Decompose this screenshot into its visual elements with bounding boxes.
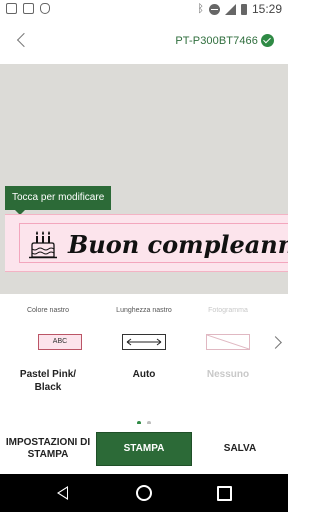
- tape-length-title: Lunghezza nastro: [116, 307, 172, 314]
- tape-color-value: Pastel Pink/ Black: [19, 369, 77, 393]
- double-arrow-icon: [126, 338, 162, 346]
- label-frame: Buon compleanno: [19, 223, 288, 263]
- tape-length-preview: [122, 334, 166, 350]
- tape-color-title: Colore nastro: [26, 307, 70, 314]
- label-canvas: Tocca per modificare Buon compleanno: [0, 64, 288, 294]
- label-settings: Colore nastro ABC Pastel Pink/ Black Lun…: [0, 294, 288, 425]
- battery-icon: [240, 3, 247, 15]
- device-name[interactable]: PT-P300BT7466: [175, 35, 258, 47]
- system-nav-bar: [0, 474, 288, 512]
- edit-tooltip: Tocca per modificare: [5, 186, 112, 215]
- status-bar: ᛒ 15:29: [0, 0, 288, 20]
- no-frame-icon: [206, 334, 250, 350]
- signal-icon: [224, 3, 236, 15]
- frame-value: Nessuno: [206, 369, 250, 380]
- back-button[interactable]: [12, 30, 34, 52]
- nav-recents-icon[interactable]: [217, 486, 232, 501]
- connected-check-icon: [261, 34, 274, 47]
- nav-home-icon[interactable]: [136, 485, 152, 501]
- tape-length-value: Auto: [132, 369, 156, 380]
- label-preview[interactable]: Buon compleanno: [5, 214, 288, 272]
- print-settings-button[interactable]: IMPOSTAZIONI DI STAMPA: [0, 432, 96, 466]
- status-time: 15:29: [251, 2, 282, 16]
- action-bar: IMPOSTAZIONI DI STAMPA STAMPA SALVA: [0, 424, 288, 474]
- label-text: Buon compleanno: [68, 230, 288, 259]
- shield-icon: [40, 3, 50, 14]
- frame-preview: [206, 334, 250, 350]
- image-icon: [6, 3, 17, 14]
- chevron-left-icon: [16, 32, 32, 48]
- frame-title: Fotogramma: [208, 307, 248, 314]
- nav-back-icon[interactable]: [57, 486, 68, 500]
- print-button[interactable]: STAMPA: [96, 432, 192, 466]
- photo-icon: [23, 3, 34, 14]
- do-not-disturb-icon: [208, 3, 220, 15]
- save-button[interactable]: SALVA: [192, 432, 288, 466]
- app-header: PT-P300BT7466: [0, 20, 288, 64]
- birthday-cake-icon: [29, 231, 57, 259]
- bluetooth-icon: ᛒ: [197, 3, 204, 15]
- next-settings-arrow-icon[interactable]: [269, 336, 282, 349]
- tape-color-preview: ABC: [38, 334, 82, 350]
